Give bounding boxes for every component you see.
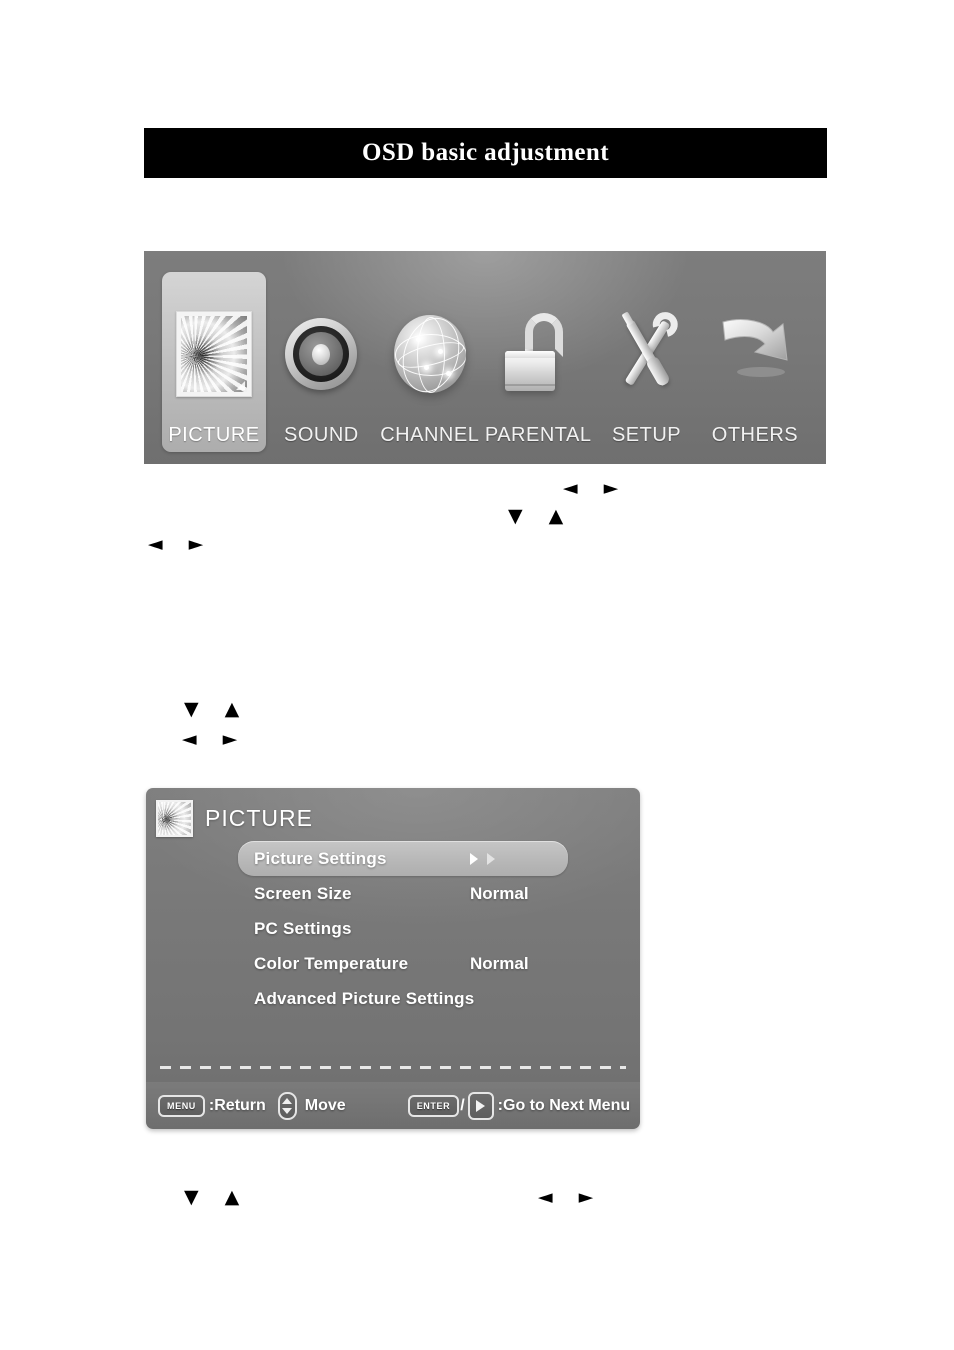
open-padlock-icon [485, 290, 591, 418]
osd-menu-label-others: OTHERS [711, 424, 799, 446]
osd-menu-item-picture[interactable]: PICTURE [162, 272, 266, 452]
submenu-dashed-separator [160, 1066, 626, 1069]
osd-menu-label-parental: PARENTAL [484, 424, 592, 446]
osd-menu-item-others[interactable]: OTHERS [702, 270, 808, 452]
bent-arrow-icon [702, 290, 808, 418]
speaker-icon [268, 290, 374, 418]
nav-glyph-left-right-4: ◄ ► [538, 1186, 604, 1208]
hint-slash: / [460, 1096, 465, 1114]
globe-icon [377, 290, 483, 418]
enter-key-icon[interactable]: ENTER [407, 1094, 460, 1117]
osd-menu-item-setup[interactable]: SETUP [594, 270, 700, 452]
submenu-row-advanced-picture-settings[interactable]: Advanced Picture Settings [238, 981, 568, 1016]
osd-menu-item-channel[interactable]: CHANNEL [377, 270, 483, 452]
picture-submenu-footer: MENU :Return Move ENTER / :Go to Next Me… [146, 1082, 640, 1129]
picture-photo-icon [162, 290, 266, 418]
nav-glyph-down-up-2: ▼ ▲ [184, 698, 250, 720]
osd-menu-label-picture: PICTURE [168, 424, 260, 446]
osd-menu-label-setup: SETUP [611, 424, 682, 446]
submenu-row-color-temperature[interactable]: Color Temperature Normal [238, 946, 568, 981]
picture-submenu-title: PICTURE [205, 805, 313, 831]
picture-submenu-header: PICTURE [156, 800, 313, 837]
up-down-arrows-icon[interactable] [277, 1091, 297, 1120]
nav-glyph-down-up-1: ▼ ▲ [508, 505, 574, 527]
nav-glyph-left-right-1: ◄ ► [563, 477, 629, 499]
submenu-row-pc-settings[interactable]: PC Settings [238, 911, 568, 946]
submenu-row-value: Normal [470, 883, 529, 903]
go-next-arrows-icon [470, 852, 495, 865]
submenu-row-label: Color Temperature [254, 953, 409, 973]
osd-main-menu-screenshot: PICTURE SOUND CHANNEL PARENTAL SETUP OTH… [144, 251, 826, 464]
osd-menu-items: PICTURE SOUND CHANNEL PARENTAL SETUP OTH… [144, 251, 826, 464]
nav-glyph-down-up-3: ▼ ▲ [184, 1186, 250, 1208]
osd-menu-item-sound[interactable]: SOUND [268, 270, 374, 452]
hint-go-to-next-menu: ENTER / :Go to Next Menu [407, 1091, 631, 1120]
page-title-bar: OSD basic adjustment [144, 128, 827, 178]
osd-menu-item-parental[interactable]: PARENTAL [485, 270, 591, 452]
hint-next-menu-label: :Go to Next Menu [497, 1096, 631, 1114]
submenu-row-label: Screen Size [254, 883, 352, 903]
picture-submenu-screenshot: PICTURE Picture Settings Screen Size Nor… [146, 788, 640, 1129]
picture-submenu-rows: Picture Settings Screen Size Normal PC S… [238, 841, 568, 1016]
hint-move-label: Move [304, 1096, 346, 1114]
right-arrow-key-icon[interactable] [467, 1091, 494, 1120]
nav-glyph-left-right-3: ◄ ► [182, 728, 248, 750]
menu-key-icon[interactable]: MENU [158, 1094, 205, 1117]
submenu-row-screen-size[interactable]: Screen Size Normal [238, 876, 568, 911]
osd-menu-label-sound: SOUND [284, 424, 359, 446]
submenu-row-label: Picture Settings [254, 848, 387, 868]
submenu-row-value: Normal [470, 953, 529, 973]
submenu-row-label: Advanced Picture Settings [254, 988, 475, 1008]
page-title: OSD basic adjustment [362, 139, 609, 166]
picture-photo-icon [156, 800, 193, 837]
hint-return-label: :Return [208, 1096, 266, 1114]
submenu-row-picture-settings[interactable]: Picture Settings [238, 841, 568, 876]
osd-menu-label-channel: CHANNEL [380, 424, 480, 446]
submenu-row-label: PC Settings [254, 918, 352, 938]
hint-move: Move [266, 1091, 346, 1120]
picture-photo-thumbnail [176, 311, 252, 397]
nav-glyph-left-right-2: ◄ ► [148, 533, 214, 555]
wrench-screwdriver-icon [594, 290, 700, 418]
hint-return: MENU :Return [158, 1094, 266, 1117]
